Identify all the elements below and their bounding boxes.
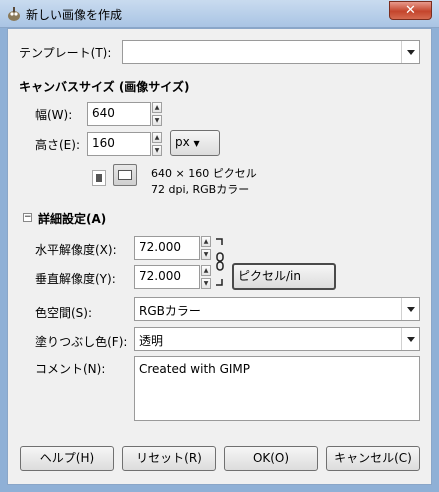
comment-label: コメント(N):: [35, 362, 106, 376]
yres-spinner[interactable]: ▲ ▼: [201, 265, 211, 289]
width-input[interactable]: 640: [87, 102, 151, 126]
colorspace-value: RGBカラー: [139, 304, 201, 318]
template-label: テンプレート(T):: [19, 46, 112, 60]
landscape-button[interactable]: [113, 164, 137, 186]
colorspace-label: 色空間(S):: [35, 306, 93, 320]
fill-label: 塗りつぶし色(F):: [35, 335, 128, 349]
spin-up-icon[interactable]: ▲: [152, 102, 162, 113]
xres-label: 水平解像度(X):: [35, 243, 117, 257]
template-combo[interactable]: [122, 40, 420, 64]
spin-down-icon[interactable]: ▼: [152, 115, 162, 126]
spin-up-icon[interactable]: ▲: [201, 265, 211, 276]
height-input[interactable]: 160: [87, 132, 151, 156]
colorspace-combo[interactable]: RGBカラー: [134, 297, 420, 321]
close-window-button[interactable]: ✕: [389, 1, 432, 20]
help-button[interactable]: ヘルプ(H): [20, 446, 114, 471]
image-resolution-info: 72 dpi, RGBカラー: [151, 183, 250, 196]
yres-input[interactable]: 72.000: [134, 265, 200, 289]
xres-input[interactable]: 72.000: [134, 236, 200, 260]
cancel-button[interactable]: キャンセル(C): [326, 446, 420, 471]
unit-selector[interactable]: px ▼: [170, 130, 220, 156]
fill-value: 透明: [139, 334, 164, 348]
chain-link-icon[interactable]: [214, 237, 226, 287]
resolution-unit-selector[interactable]: ピクセル/in: [232, 263, 336, 290]
height-spinner[interactable]: ▲ ▼: [152, 132, 162, 156]
chevron-down-icon: ▼: [193, 139, 200, 148]
ok-button[interactable]: OK(O): [224, 446, 318, 471]
height-label: 高さ(E):: [35, 138, 80, 152]
portrait-icon: [96, 174, 102, 182]
window-title: 新しい画像を作成: [26, 8, 123, 22]
width-spinner[interactable]: ▲ ▼: [152, 102, 162, 126]
spin-up-icon[interactable]: ▲: [152, 132, 162, 143]
landscape-icon: [118, 170, 132, 180]
chevron-down-icon[interactable]: [401, 41, 419, 63]
comment-textarea[interactable]: Created with GIMP: [134, 356, 420, 421]
yres-label: 垂直解像度(Y):: [35, 272, 116, 286]
unit-value: px: [175, 135, 190, 149]
portrait-button[interactable]: [92, 170, 106, 186]
advanced-heading[interactable]: 詳細設定(A): [38, 210, 106, 227]
collapse-toggle-icon[interactable]: −: [23, 213, 32, 222]
spin-down-icon[interactable]: ▼: [201, 278, 211, 289]
fill-combo[interactable]: 透明: [134, 327, 420, 351]
width-label: 幅(W):: [35, 108, 73, 122]
close-icon: ✕: [405, 3, 416, 18]
xres-spinner[interactable]: ▲ ▼: [201, 236, 211, 260]
reset-button[interactable]: リセット(R): [122, 446, 216, 471]
canvas-size-heading: キャンバスサイズ (画像サイズ): [19, 80, 190, 94]
chevron-down-icon[interactable]: [401, 328, 419, 350]
spin-down-icon[interactable]: ▼: [152, 145, 162, 156]
chevron-down-icon[interactable]: [401, 298, 419, 320]
resolution-unit-value: ピクセル/in: [238, 269, 301, 283]
image-size-info: 640 × 160 ピクセル: [151, 167, 257, 180]
spin-up-icon[interactable]: ▲: [201, 236, 211, 247]
spin-down-icon[interactable]: ▼: [201, 249, 211, 260]
gimp-app-icon: [6, 6, 22, 22]
